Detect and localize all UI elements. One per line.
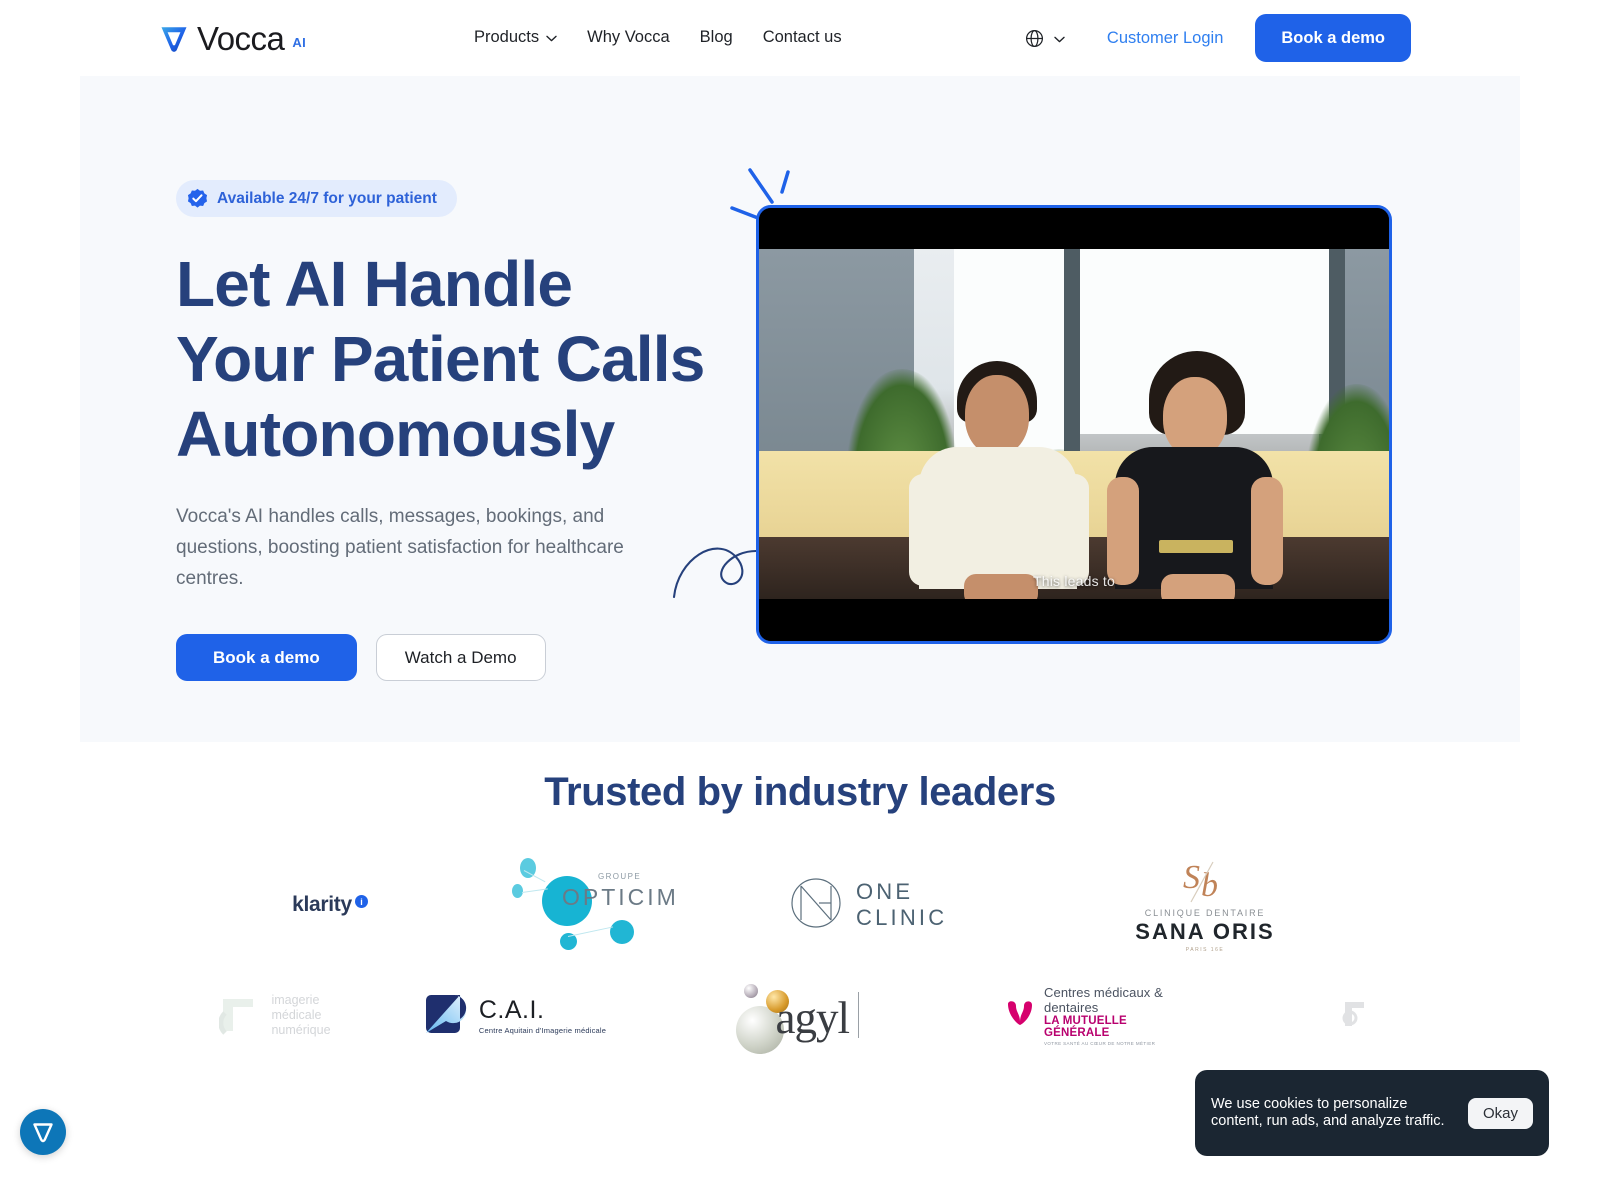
availability-badge: Available 24/7 for your patient bbox=[176, 180, 457, 217]
one-clinic-monogram-icon bbox=[790, 877, 842, 934]
cookie-consent-text: We use cookies to personalize content, r… bbox=[1211, 1096, 1445, 1129]
nav-item-why-vocca-label: Why Vocca bbox=[587, 28, 670, 46]
chevron-down-icon bbox=[1054, 36, 1065, 43]
klarity-badge-icon: i bbox=[354, 895, 368, 908]
scene-phone bbox=[1159, 540, 1233, 553]
client-logo-agyl-label: agyl bbox=[775, 993, 850, 1043]
verified-check-icon bbox=[187, 188, 208, 209]
opticim-graphic: GROUPE OPTICIM bbox=[510, 848, 676, 953]
hero-book-demo-button[interactable]: Book a demo bbox=[176, 634, 357, 681]
vocca-v-logo-icon bbox=[159, 24, 189, 54]
client-logo-sana-oris: S b CLINIQUE DENTAIRE SANA ORIS PARIS 16… bbox=[1110, 850, 1300, 960]
availability-badge-label: Available 24/7 for your patient bbox=[217, 189, 437, 207]
hero-section: Available 24/7 for your patient Let AI H… bbox=[80, 75, 1520, 742]
hero-title-line-1: Let AI Handle bbox=[176, 248, 573, 320]
client-logo-partner-faded bbox=[1310, 960, 1400, 1070]
hero-subtitle: Vocca's AI handles calls, messages, book… bbox=[176, 506, 624, 589]
nav-item-why-vocca[interactable]: Why Vocca bbox=[587, 28, 670, 47]
svg-text:b: b bbox=[1201, 867, 1218, 904]
brand-logo[interactable]: Vocca AI bbox=[159, 20, 307, 57]
cai-mark-icon bbox=[424, 991, 468, 1040]
client-logo-cai-label: C.A.I. bbox=[478, 995, 545, 1024]
imagerie-mark-icon bbox=[218, 991, 261, 1040]
chat-widget-button[interactable] bbox=[20, 1109, 66, 1155]
client-logo-sana-oris-footnote: PARIS 16E bbox=[1185, 946, 1225, 953]
client-logo-row: klarity i GROUPE OPTICIM ONE CLINIC S b … bbox=[0, 850, 1600, 960]
client-logo-sana-oris-label: SANA ORIS bbox=[1135, 918, 1275, 944]
video-scene bbox=[759, 249, 1389, 599]
client-logo-mutuelle-line-1: Centres médicaux & dentaires bbox=[1044, 984, 1163, 1015]
client-logo-one-clinic: ONE CLINIC bbox=[790, 850, 1010, 960]
header-actions: Customer Login Book a demo bbox=[1025, 14, 1600, 62]
client-logo-klarity: klarity i bbox=[255, 850, 405, 960]
client-logo-groupe-opticim: GROUPE OPTICIM bbox=[505, 845, 676, 955]
vocca-chat-icon bbox=[31, 1120, 55, 1144]
header-book-demo-button[interactable]: Book a demo bbox=[1255, 14, 1411, 62]
chevron-down-icon bbox=[546, 35, 557, 42]
client-logo-mutuelle-line-2: LA MUTUELLE GÉNÉRALE bbox=[1044, 1014, 1127, 1039]
nav-item-blog-label: Blog bbox=[699, 28, 733, 46]
language-selector[interactable] bbox=[1025, 29, 1065, 48]
client-logo-imagerie-line-3: numérique bbox=[271, 1022, 331, 1037]
brand-name: Vocca bbox=[197, 20, 285, 57]
client-logo-agyl: agyl bbox=[715, 960, 885, 1070]
hero-watch-demo-button[interactable]: Watch a Demo bbox=[375, 634, 546, 681]
mutuelle-heart-icon bbox=[1005, 1000, 1035, 1031]
agyl-graphic: agyl bbox=[728, 984, 873, 1054]
client-logo-cai-subtitle: Centre Aquitain d'Imagerie médicale bbox=[478, 1025, 607, 1035]
site-header: Vocca AI Products Why Vocca Blog Contact… bbox=[0, 0, 1600, 76]
hero-cta-group: Book a demo Watch a Demo bbox=[176, 634, 736, 681]
client-logo-row: imagerie médicale numérique C.A.I. Centr… bbox=[0, 960, 1600, 1070]
client-logo-klarity-label: klarity bbox=[292, 893, 352, 916]
client-logo-opticim-label: OPTICIM bbox=[562, 883, 679, 910]
globe-icon bbox=[1025, 29, 1044, 48]
client-logo-mutuelle-line-3: VOTRE SANTÉ AU CŒUR DE NOTRE MÉTIER bbox=[1044, 1040, 1156, 1046]
video-caption: This leads to bbox=[1033, 573, 1115, 589]
client-logo-one-clinic-label: ONE CLINIC bbox=[856, 879, 948, 930]
hero-copy: Available 24/7 for your patient Let AI H… bbox=[176, 75, 736, 681]
client-logo-imagerie-medicale-numerique: imagerie médicale numérique bbox=[185, 960, 365, 1070]
client-logo-sana-oris-eyebrow: CLINIQUE DENTAIRE bbox=[1144, 907, 1266, 918]
video-frame: This leads to bbox=[759, 208, 1389, 641]
nav-item-contact-us-label: Contact us bbox=[762, 28, 842, 46]
customer-login-link[interactable]: Customer Login bbox=[1107, 29, 1223, 48]
nav-item-products[interactable]: Products bbox=[474, 28, 557, 47]
client-logo-imagerie-line-1: imagerie bbox=[271, 992, 320, 1007]
hero-title: Let AI Handle Your Patient Calls Autonomou… bbox=[176, 247, 736, 472]
client-logo-cai: C.A.I. Centre Aquitain d'Imagerie médica… bbox=[420, 960, 610, 1070]
partner-mark-icon bbox=[1342, 1001, 1368, 1032]
brand-suffix: AI bbox=[292, 35, 307, 50]
client-logo-la-mutuelle-generale: Centres médicaux & dentaires LA MUTUELLE… bbox=[1005, 960, 1185, 1070]
nav-item-products-label: Products bbox=[474, 28, 540, 46]
sana-oris-monogram-icon: S b bbox=[1135, 858, 1274, 904]
cookie-consent-banner: We use cookies to personalize content, r… bbox=[1195, 1070, 1549, 1156]
nav-item-contact-us[interactable]: Contact us bbox=[763, 28, 842, 47]
cookie-accept-button[interactable]: Okay bbox=[1467, 1097, 1533, 1129]
trusted-by-title: Trusted by industry leaders bbox=[544, 770, 1056, 814]
main-nav: Products Why Vocca Blog Contact us bbox=[474, 28, 842, 47]
client-logo-imagerie-line-2: médicale bbox=[271, 1007, 322, 1022]
nav-item-blog[interactable]: Blog bbox=[700, 28, 733, 47]
hero-video-player[interactable]: This leads to bbox=[756, 205, 1392, 644]
hero-title-line-3: Autonomously bbox=[176, 398, 615, 470]
hero-title-line-2: Your Patient Calls bbox=[176, 323, 705, 395]
client-logo-opticim-eyebrow: GROUPE bbox=[598, 871, 642, 881]
trusted-by-section: Trusted by industry leaders klarity i GR… bbox=[0, 770, 1600, 1070]
